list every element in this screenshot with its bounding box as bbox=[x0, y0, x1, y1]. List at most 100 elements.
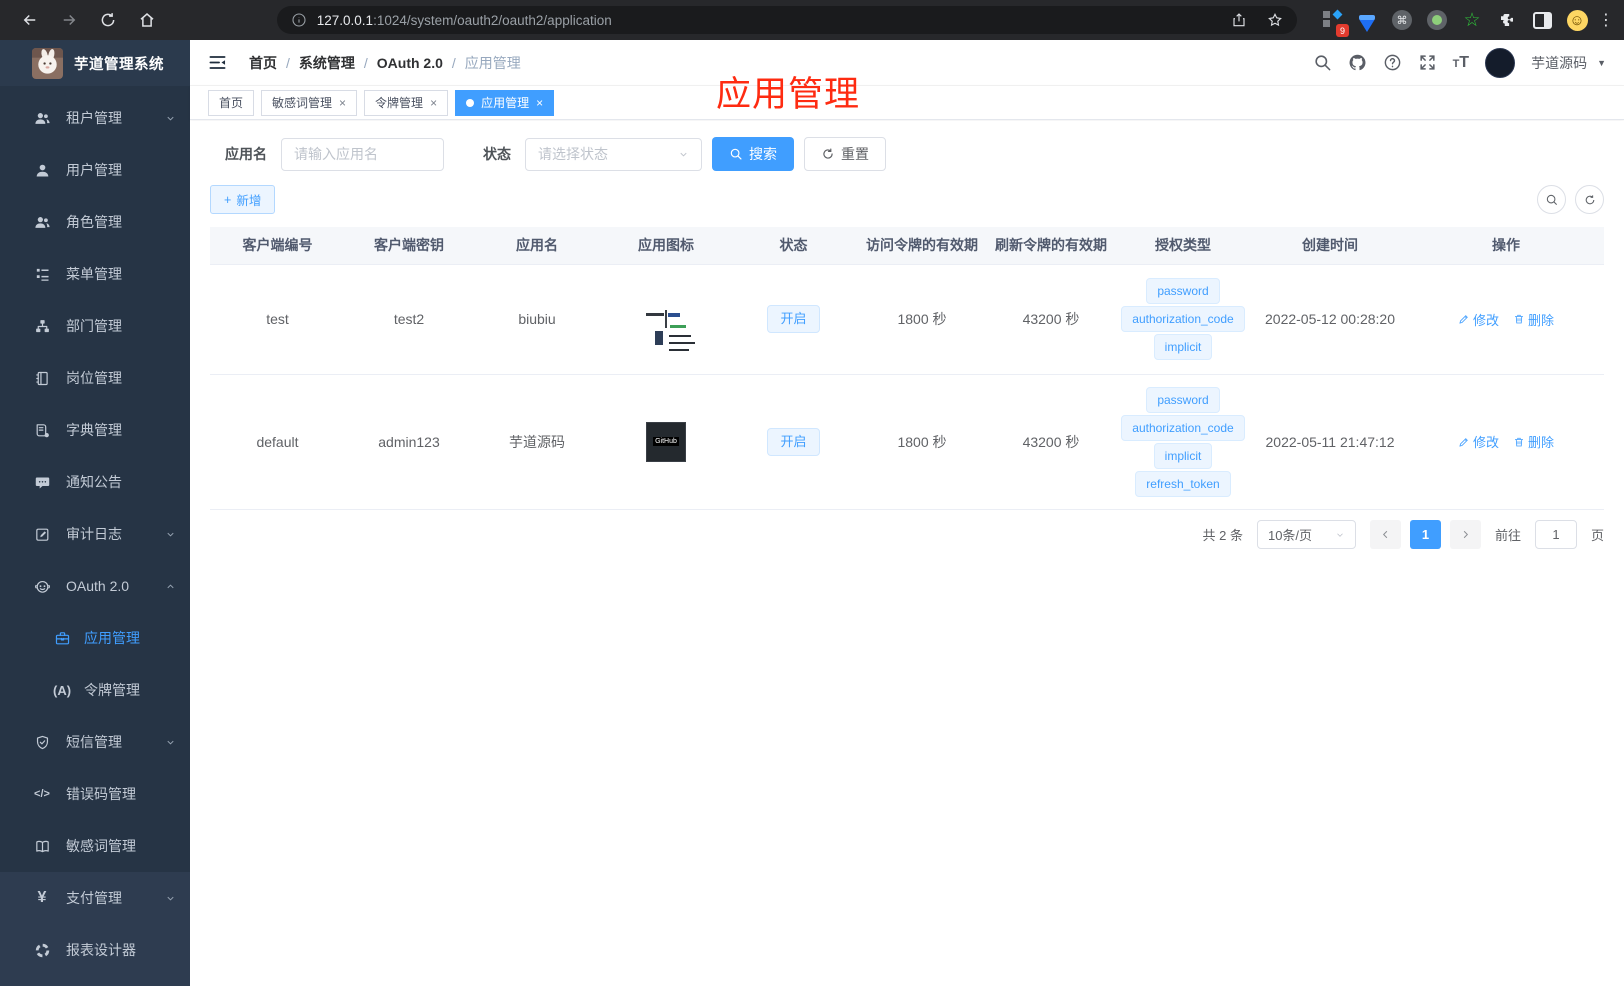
sidebar-item-application-mgmt[interactable]: 应用管理 bbox=[0, 612, 190, 664]
prev-page-button[interactable] bbox=[1369, 520, 1401, 549]
edit-button[interactable]: 修改 bbox=[1458, 310, 1499, 329]
add-button[interactable]: + 新增 bbox=[210, 185, 276, 214]
refresh-icon bbox=[1585, 194, 1594, 204]
table-row: default admin123 芋道源码 GitHub 开启 1800 秒 4… bbox=[210, 374, 1604, 510]
total-count: 共 2 条 bbox=[1202, 528, 1243, 543]
main-content: 应用名 状态 请选择状态 搜索 重置 + 新增 bbox=[190, 121, 1624, 986]
close-icon[interactable]: × bbox=[536, 97, 543, 109]
home-icon[interactable] bbox=[128, 6, 167, 34]
sidebar-fold-icon[interactable] bbox=[208, 53, 227, 72]
refresh-icon bbox=[823, 148, 833, 159]
command-extension-icon[interactable]: ⌘ bbox=[1389, 7, 1415, 33]
profile-emoji-icon[interactable]: ☺ bbox=[1564, 7, 1590, 33]
browser-chrome: 127.0.0.1:1024/system/oauth2/oauth2/appl… bbox=[0, 0, 1624, 40]
status-select[interactable]: 请选择状态 bbox=[525, 137, 702, 171]
refresh-table-button[interactable] bbox=[1575, 185, 1604, 214]
status-badge: 开启 bbox=[767, 427, 820, 456]
app-name-label: 应用名 bbox=[225, 146, 267, 162]
record-extension-icon[interactable] bbox=[1424, 7, 1450, 33]
user-name: 芋道源码 bbox=[1531, 54, 1588, 71]
active-dot bbox=[466, 98, 475, 107]
page-number-1[interactable]: 1 bbox=[1409, 520, 1441, 549]
sidebar-bottom-section: ¥ 支付管理 报表设计器 bbox=[0, 872, 190, 986]
app-title: 芋道管理系统 bbox=[74, 56, 164, 73]
app-name-input[interactable] bbox=[281, 137, 444, 171]
logo-image bbox=[32, 47, 63, 79]
dictionary-icon bbox=[33, 421, 51, 439]
tab-token-mgmt[interactable]: 令牌管理 × bbox=[364, 89, 449, 116]
delete-button[interactable]: 删除 bbox=[1513, 432, 1554, 451]
sidebar-item-errcode-mgmt[interactable]: </> 错误码管理 bbox=[0, 768, 190, 820]
breadcrumb-oauth2[interactable]: OAuth 2.0 bbox=[377, 55, 443, 71]
notebook-icon bbox=[33, 369, 51, 387]
pagination: 共 2 条 10条/页 1 前往 页 bbox=[1202, 520, 1604, 549]
extension-grid-icon[interactable]: 9 bbox=[1319, 7, 1350, 37]
github-icon[interactable] bbox=[1348, 53, 1367, 72]
sidebar-item-report-designer[interactable]: 报表设计器 bbox=[0, 924, 190, 976]
close-icon[interactable]: × bbox=[339, 97, 346, 109]
browser-menu-icon[interactable]: ⋮ bbox=[1598, 10, 1614, 30]
sidebar-item-pay-mgmt[interactable]: ¥ 支付管理 bbox=[0, 872, 190, 924]
table-toolbar: + 新增 bbox=[210, 185, 1604, 214]
app-logo[interactable]: 芋道管理系统 bbox=[0, 40, 190, 86]
pencil-icon bbox=[1459, 315, 1468, 324]
sidebar-item-token-mgmt[interactable]: (A) 令牌管理 bbox=[0, 664, 190, 716]
close-icon[interactable]: × bbox=[430, 97, 437, 109]
page-size-select[interactable]: 10条/页 bbox=[1256, 520, 1356, 549]
sidebar-item-sms-mgmt[interactable]: 短信管理 bbox=[0, 716, 190, 768]
avatar[interactable] bbox=[1485, 47, 1516, 78]
edit-button[interactable]: 修改 bbox=[1458, 432, 1499, 451]
forward-icon[interactable] bbox=[49, 6, 88, 34]
font-size-icon[interactable]: TT bbox=[1453, 54, 1470, 72]
chevron-down-icon bbox=[165, 113, 176, 124]
tab-application-mgmt[interactable]: 应用管理 × bbox=[455, 89, 555, 116]
gem-extension-icon[interactable] bbox=[1354, 7, 1380, 33]
chevron-up-icon bbox=[165, 581, 176, 592]
briefcase-icon bbox=[53, 629, 71, 647]
col-secret: 客户端密钥 bbox=[345, 227, 473, 265]
col-created: 创建时间 bbox=[1252, 227, 1408, 265]
sidebar-menu: 租户管理 用户管理 角色管理 菜单管理 部门管理 岗位管理 字典管理 通知公告 … bbox=[0, 86, 190, 872]
split-view-icon[interactable] bbox=[1529, 7, 1555, 33]
bookmark-star-icon[interactable] bbox=[1267, 12, 1283, 28]
search-button[interactable]: 搜索 bbox=[712, 137, 794, 171]
back-icon[interactable] bbox=[10, 6, 49, 34]
next-page-button[interactable] bbox=[1449, 520, 1481, 549]
sidebar-item-audit-log[interactable]: 审计日志 bbox=[0, 508, 190, 560]
search-icon[interactable] bbox=[1313, 53, 1332, 72]
goto-page-input[interactable] bbox=[1534, 520, 1577, 549]
sidebar-item-menu-mgmt[interactable]: 菜单管理 bbox=[0, 248, 190, 300]
reload-icon[interactable] bbox=[88, 6, 127, 34]
delete-button[interactable]: 删除 bbox=[1513, 310, 1554, 329]
sidebar-item-dept-mgmt[interactable]: 部门管理 bbox=[0, 300, 190, 352]
red-annotation-text: 应用管理 bbox=[716, 75, 861, 114]
sidebar-item-user-mgmt[interactable]: 用户管理 bbox=[0, 144, 190, 196]
toggle-search-button[interactable] bbox=[1537, 185, 1566, 214]
sidebar-item-oauth2[interactable]: OAuth 2.0 bbox=[0, 560, 190, 612]
extensions-puzzle-icon[interactable] bbox=[1494, 7, 1520, 33]
reset-button[interactable]: 重置 bbox=[804, 137, 886, 171]
breadcrumb-home[interactable]: 首页 bbox=[249, 53, 277, 73]
status-badge: 开启 bbox=[767, 305, 820, 333]
sidebar-item-dict-mgmt[interactable]: 字典管理 bbox=[0, 404, 190, 456]
share-icon[interactable] bbox=[1231, 12, 1247, 28]
site-info-icon[interactable] bbox=[291, 12, 307, 28]
sidebar-item-notice[interactable]: 通知公告 bbox=[0, 456, 190, 508]
help-icon[interactable] bbox=[1383, 53, 1402, 72]
sidebar: 芋道管理系统 租户管理 用户管理 角色管理 菜单管理 部门管理 岗位管理 字典管… bbox=[0, 40, 190, 986]
sidebar-item-tenant-mgmt[interactable]: 租户管理 bbox=[0, 92, 190, 144]
tab-home[interactable]: 首页 bbox=[208, 89, 255, 116]
url-bar[interactable]: 127.0.0.1:1024/system/oauth2/oauth2/appl… bbox=[276, 6, 1298, 34]
tab-sensitive-words[interactable]: 敏感词管理 × bbox=[261, 89, 358, 116]
caret-down-icon[interactable]: ▼ bbox=[1597, 58, 1606, 68]
fullscreen-icon[interactable] bbox=[1418, 53, 1437, 72]
voice-token-icon: (A) bbox=[52, 682, 72, 698]
goto-label: 前往 bbox=[1494, 528, 1521, 543]
sidebar-item-sensitive-words[interactable]: 敏感词管理 bbox=[0, 820, 190, 872]
sidebar-item-role-mgmt[interactable]: 角色管理 bbox=[0, 196, 190, 248]
green-star-extension-icon[interactable]: ☆ bbox=[1459, 7, 1485, 33]
breadcrumb-system[interactable]: 系统管理 bbox=[299, 53, 355, 73]
trash-icon bbox=[1515, 437, 1523, 446]
app-icon-image: GitHub bbox=[646, 421, 686, 462]
sidebar-item-post-mgmt[interactable]: 岗位管理 bbox=[0, 352, 190, 404]
